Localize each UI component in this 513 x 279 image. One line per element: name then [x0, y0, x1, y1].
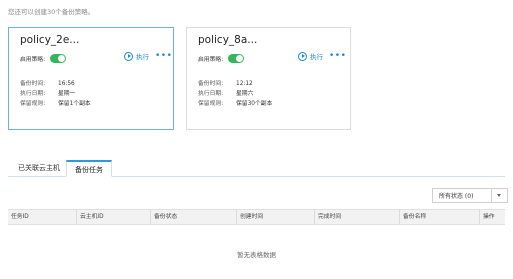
- info-value: 保留1个副本: [58, 101, 91, 107]
- more-icon[interactable]: •••: [155, 52, 172, 61]
- info-key: 保留规则:: [20, 101, 46, 107]
- execute-button[interactable]: 执行 •••: [298, 51, 346, 61]
- info-value: 16:56: [58, 81, 75, 87]
- column-header-finished-time[interactable]: 完成时间: [314, 210, 399, 224]
- enable-policy-row: 启用策略:: [198, 53, 245, 63]
- column-header-created-time[interactable]: 创建时间: [236, 210, 314, 224]
- status-filter-select[interactable]: 所有状态 (0): [432, 188, 508, 203]
- play-circle-icon: [124, 51, 133, 61]
- column-header-backup-name[interactable]: 备份名称: [399, 210, 479, 224]
- policy-info: 备份时间: 16:56 执行日期: 星期一 保留规则: 保留1个副本: [20, 79, 91, 109]
- info-key: 执行日期:: [198, 91, 224, 97]
- info-value: 保留30个副本: [236, 101, 273, 107]
- column-header-backup-status[interactable]: 备份状态: [150, 210, 236, 224]
- info-row: 备份时间: 12:12: [198, 79, 272, 89]
- policy-title: policy_8a...: [198, 34, 258, 46]
- column-header-task-id[interactable]: 任务ID: [8, 210, 76, 224]
- policy-title: policy_2e...: [20, 34, 80, 46]
- info-value: 星期一: [58, 91, 76, 97]
- policy-card[interactable]: policy_8a... 启用策略: 执行 ••• 备份时间: 12:12 执行…: [186, 27, 351, 130]
- tab-associated-hosts[interactable]: 已关联云主机: [10, 160, 68, 177]
- info-value: 12:12: [236, 81, 253, 87]
- info-key: 执行日期:: [20, 91, 46, 97]
- info-key: 备份时间:: [20, 81, 46, 87]
- table-header: 任务ID 云主机ID 备份状态 创建时间 完成时间 备份名称 操作: [8, 209, 505, 225]
- play-circle-icon: [298, 51, 307, 61]
- info-row: 保留规则: 保留30个副本: [198, 99, 272, 109]
- info-value: 星期六: [236, 91, 254, 97]
- execute-button[interactable]: 执行 •••: [124, 51, 172, 61]
- info-key: 保留规则:: [198, 101, 224, 107]
- info-row: 执行日期: 星期一: [20, 89, 91, 99]
- policy-info: 备份时间: 12:12 执行日期: 星期六 保留规则: 保留30个副本: [198, 79, 272, 109]
- backup-policy-page: 您还可以创建30个备份策略。 policy_2e... 启用策略: 执行 •••…: [0, 0, 513, 279]
- quota-hint: 您还可以创建30个备份策略。: [8, 8, 95, 16]
- info-row: 备份时间: 16:56: [20, 79, 91, 89]
- enable-policy-label: 启用策略:: [20, 56, 46, 63]
- empty-table-message: 暂无表格数据: [237, 251, 276, 259]
- tab-backup-tasks[interactable]: 备份任务: [66, 160, 112, 177]
- execute-label: 执行: [310, 53, 323, 61]
- more-icon[interactable]: •••: [329, 52, 346, 61]
- execute-label: 执行: [136, 53, 149, 61]
- info-row: 保留规则: 保留1个副本: [20, 99, 91, 109]
- enable-policy-toggle[interactable]: [228, 53, 245, 63]
- enable-policy-row: 启用策略:: [20, 53, 67, 63]
- column-header-host-id[interactable]: 云主机ID: [76, 210, 150, 224]
- info-row: 执行日期: 星期六: [198, 89, 272, 99]
- enable-policy-label: 启用策略:: [198, 56, 224, 63]
- enable-policy-toggle[interactable]: [50, 53, 67, 63]
- column-header-actions: 操作: [479, 210, 505, 224]
- policy-card[interactable]: policy_2e... 启用策略: 执行 ••• 备份时间: 16:56 执行…: [8, 27, 174, 130]
- chevron-down-icon[interactable]: [491, 189, 507, 202]
- status-filter-value: 所有状态 (0): [439, 193, 474, 200]
- info-key: 备份时间:: [198, 81, 224, 87]
